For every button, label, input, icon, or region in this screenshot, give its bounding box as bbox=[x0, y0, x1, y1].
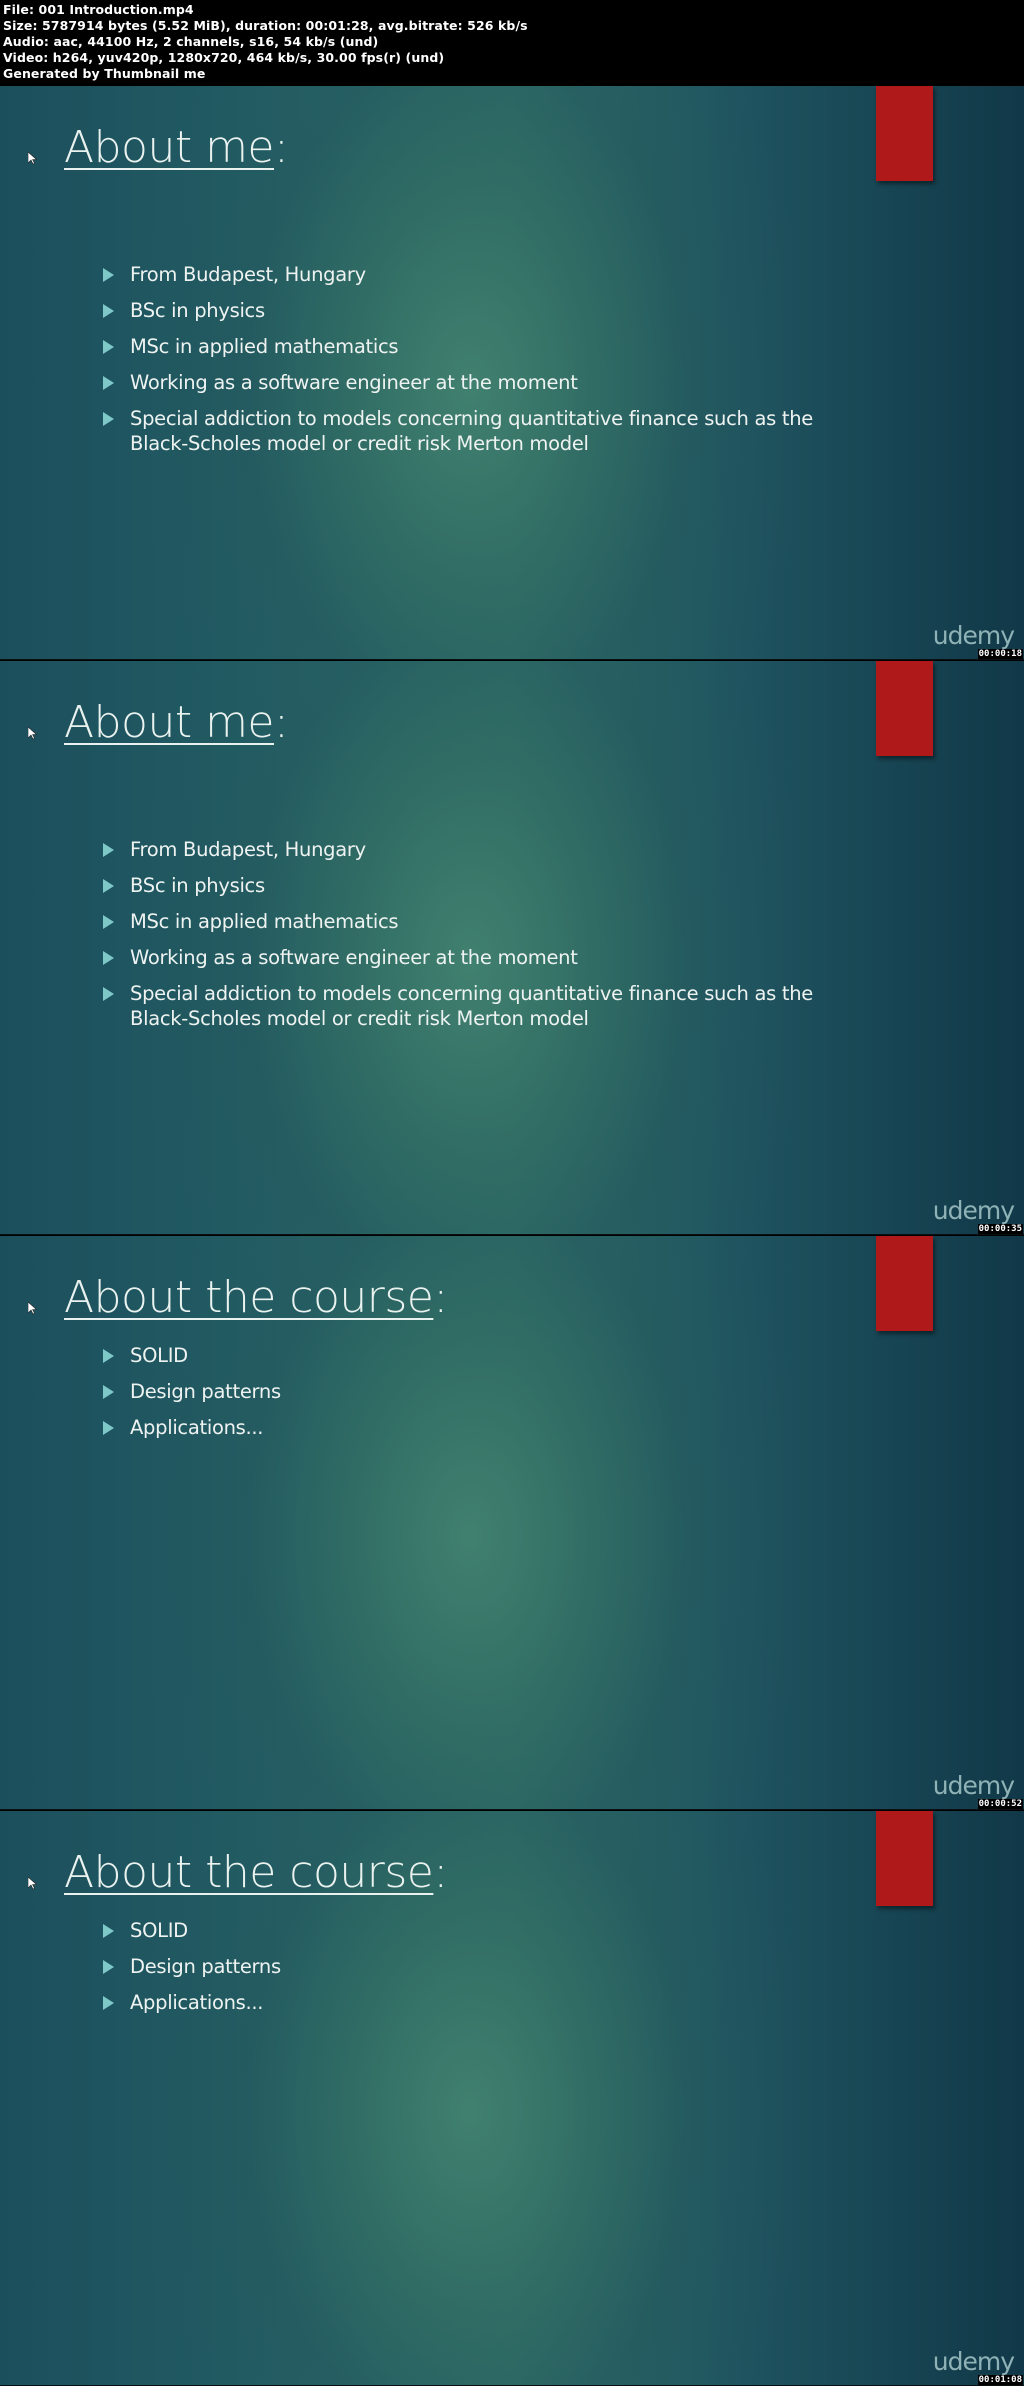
thumbnail-frame: About the course: SOLID Design patterns … bbox=[0, 1811, 1024, 2386]
triangle-bullet-icon bbox=[103, 1421, 114, 1435]
bullet-item: Applications... bbox=[100, 1990, 281, 2015]
frame-timestamp: 00:00:52 bbox=[977, 1799, 1023, 1809]
bullet-item: SOLID bbox=[100, 1918, 281, 1943]
red-accent-bar bbox=[876, 86, 933, 181]
bullet-item: MSc in applied mathematics bbox=[100, 909, 840, 934]
thumbnail-frame: About the course: SOLID Design patterns … bbox=[0, 1236, 1024, 1810]
bullet-item: BSc in physics bbox=[100, 298, 840, 323]
triangle-bullet-icon bbox=[103, 376, 114, 390]
bullet-item: SOLID bbox=[100, 1343, 281, 1368]
triangle-bullet-icon bbox=[103, 915, 114, 929]
udemy-watermark-logo: udemy bbox=[932, 1771, 1015, 1800]
triangle-bullet-icon bbox=[103, 1960, 114, 1974]
triangle-bullet-icon bbox=[103, 1349, 114, 1363]
bullet-item: Design patterns bbox=[100, 1379, 281, 1404]
bullet-item: BSc in physics bbox=[100, 873, 840, 898]
udemy-watermark-logo: udemy bbox=[932, 1196, 1015, 1225]
bullet-item: Design patterns bbox=[100, 1954, 281, 1979]
bullet-item: Working as a software engineer at the mo… bbox=[100, 370, 840, 395]
bullet-list: From Budapest, Hungary BSc in physics MS… bbox=[100, 837, 840, 1042]
triangle-bullet-icon bbox=[103, 843, 114, 857]
slide-title: About me: bbox=[64, 122, 289, 173]
triangle-bullet-icon bbox=[103, 340, 114, 354]
bullet-list: From Budapest, Hungary BSc in physics MS… bbox=[100, 262, 840, 467]
slide-title: About the course: bbox=[64, 1847, 448, 1898]
triangle-bullet-icon bbox=[103, 1996, 114, 2010]
bullet-list: SOLID Design patterns Applications... bbox=[100, 1918, 281, 2026]
file-name-line: File: 001 Introduction.mp4 bbox=[3, 2, 194, 17]
video-info-line: Video: h264, yuv420p, 1280x720, 464 kb/s… bbox=[3, 50, 445, 65]
bullet-item: Applications... bbox=[100, 1415, 281, 1440]
triangle-bullet-icon bbox=[103, 412, 114, 426]
audio-info-line: Audio: aac, 44100 Hz, 2 channels, s16, 5… bbox=[3, 34, 379, 49]
bullet-item: From Budapest, Hungary bbox=[100, 837, 840, 862]
bullet-item: Special addiction to models concerning q… bbox=[100, 981, 840, 1031]
triangle-bullet-icon bbox=[103, 879, 114, 893]
udemy-watermark-logo: udemy bbox=[932, 2347, 1015, 2376]
red-accent-bar bbox=[876, 1236, 933, 1331]
video-info-header: File: 001 Introduction.mp4 Size: 5787914… bbox=[0, 0, 1024, 86]
triangle-bullet-icon bbox=[103, 1924, 114, 1938]
file-size-line: Size: 5787914 bytes (5.52 MiB), duration… bbox=[3, 18, 528, 33]
bullet-item: From Budapest, Hungary bbox=[100, 262, 840, 287]
frame-timestamp: 00:00:18 bbox=[977, 649, 1023, 659]
bullet-item: Special addiction to models concerning q… bbox=[100, 406, 840, 456]
triangle-bullet-icon bbox=[103, 987, 114, 1001]
slide-title: About the course: bbox=[64, 1272, 448, 1323]
bullet-item: Working as a software engineer at the mo… bbox=[100, 945, 840, 970]
bullet-item: MSc in applied mathematics bbox=[100, 334, 840, 359]
generator-line: Generated by Thumbnail me bbox=[3, 66, 206, 81]
udemy-watermark-logo: udemy bbox=[932, 621, 1015, 650]
triangle-bullet-icon bbox=[103, 268, 114, 282]
frame-timestamp: 00:00:35 bbox=[977, 1224, 1023, 1234]
red-accent-bar bbox=[876, 1811, 933, 1906]
bullet-list: SOLID Design patterns Applications... bbox=[100, 1343, 281, 1451]
thumbnail-frame: About me: From Budapest, Hungary BSc in … bbox=[0, 86, 1024, 660]
slide-title: About me: bbox=[64, 697, 289, 748]
triangle-bullet-icon bbox=[103, 951, 114, 965]
triangle-bullet-icon bbox=[103, 304, 114, 318]
red-accent-bar bbox=[876, 661, 933, 756]
thumbnail-frame: About me: From Budapest, Hungary BSc in … bbox=[0, 661, 1024, 1235]
frame-timestamp: 00:01:08 bbox=[977, 2375, 1023, 2385]
triangle-bullet-icon bbox=[103, 1385, 114, 1399]
